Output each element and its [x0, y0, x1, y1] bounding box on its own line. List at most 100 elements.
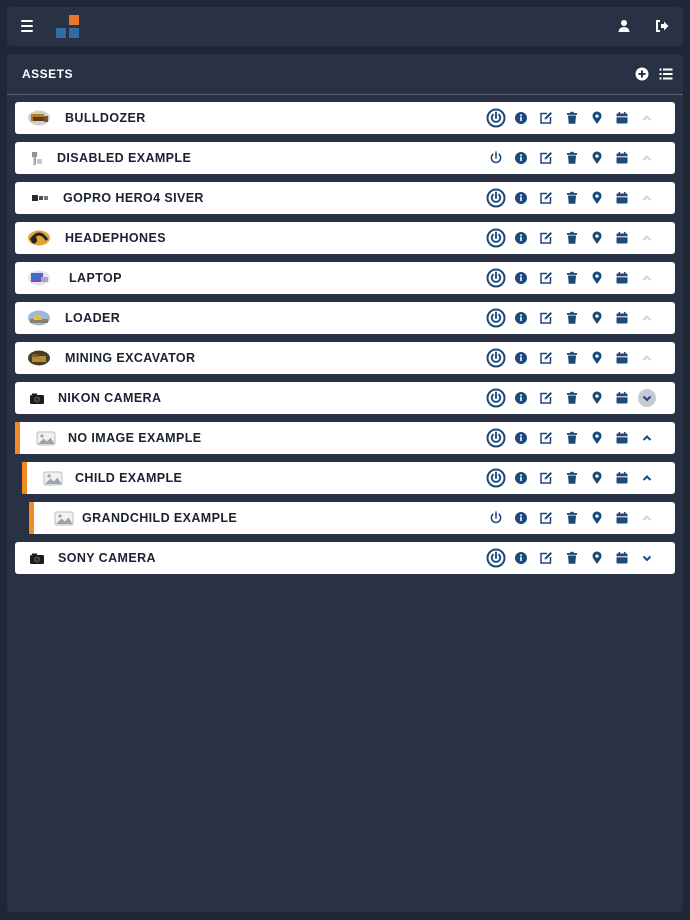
chevron-up-icon[interactable] — [637, 428, 657, 448]
edit-icon[interactable] — [536, 108, 556, 128]
trash-icon[interactable] — [562, 228, 582, 248]
asset-label[interactable]: SONY CAMERA — [58, 551, 156, 565]
calendar-icon[interactable] — [612, 508, 632, 528]
asset-label[interactable]: GRANDCHILD EXAMPLE — [82, 511, 237, 525]
asset-label[interactable]: CHILD EXAMPLE — [75, 471, 182, 485]
edit-icon[interactable] — [536, 148, 556, 168]
asset-label[interactable]: MINING EXCAVATOR — [65, 351, 195, 365]
edit-icon[interactable] — [536, 188, 556, 208]
trash-icon[interactable] — [562, 148, 582, 168]
info-icon[interactable] — [511, 108, 531, 128]
plus-circle-icon[interactable] — [634, 66, 650, 82]
calendar-icon[interactable] — [612, 308, 632, 328]
asset-label[interactable]: LAPTOP — [69, 271, 122, 285]
asset-row[interactable]: NIKON CAMERA — [15, 382, 675, 414]
info-icon[interactable] — [511, 388, 531, 408]
info-icon[interactable] — [511, 548, 531, 568]
trash-icon[interactable] — [562, 108, 582, 128]
info-icon[interactable] — [511, 468, 531, 488]
calendar-icon[interactable] — [612, 548, 632, 568]
info-icon[interactable] — [511, 268, 531, 288]
power-icon[interactable] — [486, 388, 506, 408]
info-icon[interactable] — [511, 228, 531, 248]
chevron-up-icon[interactable] — [637, 188, 657, 208]
chevron-down-icon[interactable] — [637, 548, 657, 568]
asset-row[interactable]: NO IMAGE EXAMPLE — [15, 422, 675, 454]
asset-row[interactable]: LOADER — [15, 302, 675, 334]
asset-row[interactable]: SONY CAMERA — [15, 542, 675, 574]
map-marker-icon[interactable] — [587, 188, 607, 208]
asset-row[interactable]: CHILD EXAMPLE — [22, 462, 675, 494]
hamburger-icon[interactable] — [21, 20, 33, 32]
calendar-icon[interactable] — [612, 468, 632, 488]
trash-icon[interactable] — [562, 388, 582, 408]
asset-label[interactable]: NIKON CAMERA — [58, 391, 161, 405]
info-icon[interactable] — [511, 428, 531, 448]
asset-label[interactable]: NO IMAGE EXAMPLE — [68, 431, 202, 445]
map-marker-icon[interactable] — [587, 388, 607, 408]
chevron-down-icon[interactable] — [637, 388, 657, 408]
power-icon[interactable] — [486, 348, 506, 368]
map-marker-icon[interactable] — [587, 228, 607, 248]
edit-icon[interactable] — [536, 548, 556, 568]
calendar-icon[interactable] — [612, 228, 632, 248]
asset-label[interactable]: GOPRO HERO4 SIVER — [63, 191, 204, 205]
trash-icon[interactable] — [562, 348, 582, 368]
chevron-up-icon[interactable] — [637, 468, 657, 488]
calendar-icon[interactable] — [612, 148, 632, 168]
map-marker-icon[interactable] — [587, 428, 607, 448]
power-icon[interactable] — [486, 308, 506, 328]
edit-icon[interactable] — [536, 428, 556, 448]
map-marker-icon[interactable] — [587, 508, 607, 528]
info-icon[interactable] — [511, 508, 531, 528]
map-marker-icon[interactable] — [587, 468, 607, 488]
map-marker-icon[interactable] — [587, 268, 607, 288]
calendar-icon[interactable] — [612, 388, 632, 408]
power-icon[interactable] — [486, 468, 506, 488]
map-marker-icon[interactable] — [587, 308, 607, 328]
calendar-icon[interactable] — [612, 268, 632, 288]
chevron-up-icon[interactable] — [637, 348, 657, 368]
trash-icon[interactable] — [562, 508, 582, 528]
map-marker-icon[interactable] — [587, 108, 607, 128]
asset-label[interactable]: DISABLED EXAMPLE — [57, 151, 191, 165]
sign-out-icon[interactable] — [654, 18, 670, 34]
edit-icon[interactable] — [536, 468, 556, 488]
trash-icon[interactable] — [562, 188, 582, 208]
power-off-icon[interactable] — [486, 508, 506, 528]
info-icon[interactable] — [511, 188, 531, 208]
power-icon[interactable] — [486, 108, 506, 128]
asset-row[interactable]: HEADEPHONES — [15, 222, 675, 254]
chevron-up-icon[interactable] — [637, 268, 657, 288]
chevron-up-icon[interactable] — [637, 228, 657, 248]
info-icon[interactable] — [511, 308, 531, 328]
asset-row[interactable]: DISABLED EXAMPLE — [15, 142, 675, 174]
calendar-icon[interactable] — [612, 348, 632, 368]
info-icon[interactable] — [511, 348, 531, 368]
user-icon[interactable] — [616, 18, 632, 34]
asset-row[interactable]: LAPTOP — [15, 262, 675, 294]
asset-row[interactable]: MINING EXCAVATOR — [15, 342, 675, 374]
calendar-icon[interactable] — [612, 428, 632, 448]
asset-row[interactable]: GRANDCHILD EXAMPLE — [29, 502, 675, 534]
map-marker-icon[interactable] — [587, 148, 607, 168]
trash-icon[interactable] — [562, 308, 582, 328]
chevron-up-icon[interactable] — [637, 108, 657, 128]
asset-row[interactable]: GOPRO HERO4 SIVER — [15, 182, 675, 214]
trash-icon[interactable] — [562, 268, 582, 288]
edit-icon[interactable] — [536, 508, 556, 528]
chevron-up-icon[interactable] — [637, 308, 657, 328]
asset-label[interactable]: BULLDOZER — [65, 111, 146, 125]
power-icon[interactable] — [486, 228, 506, 248]
map-marker-icon[interactable] — [587, 548, 607, 568]
calendar-icon[interactable] — [612, 188, 632, 208]
asset-row[interactable]: BULLDOZER — [15, 102, 675, 134]
power-icon[interactable] — [486, 188, 506, 208]
list-icon[interactable] — [658, 66, 674, 82]
map-marker-icon[interactable] — [587, 348, 607, 368]
asset-label[interactable]: LOADER — [65, 311, 120, 325]
edit-icon[interactable] — [536, 268, 556, 288]
trash-icon[interactable] — [562, 548, 582, 568]
edit-icon[interactable] — [536, 228, 556, 248]
asset-label[interactable]: HEADEPHONES — [65, 231, 166, 245]
